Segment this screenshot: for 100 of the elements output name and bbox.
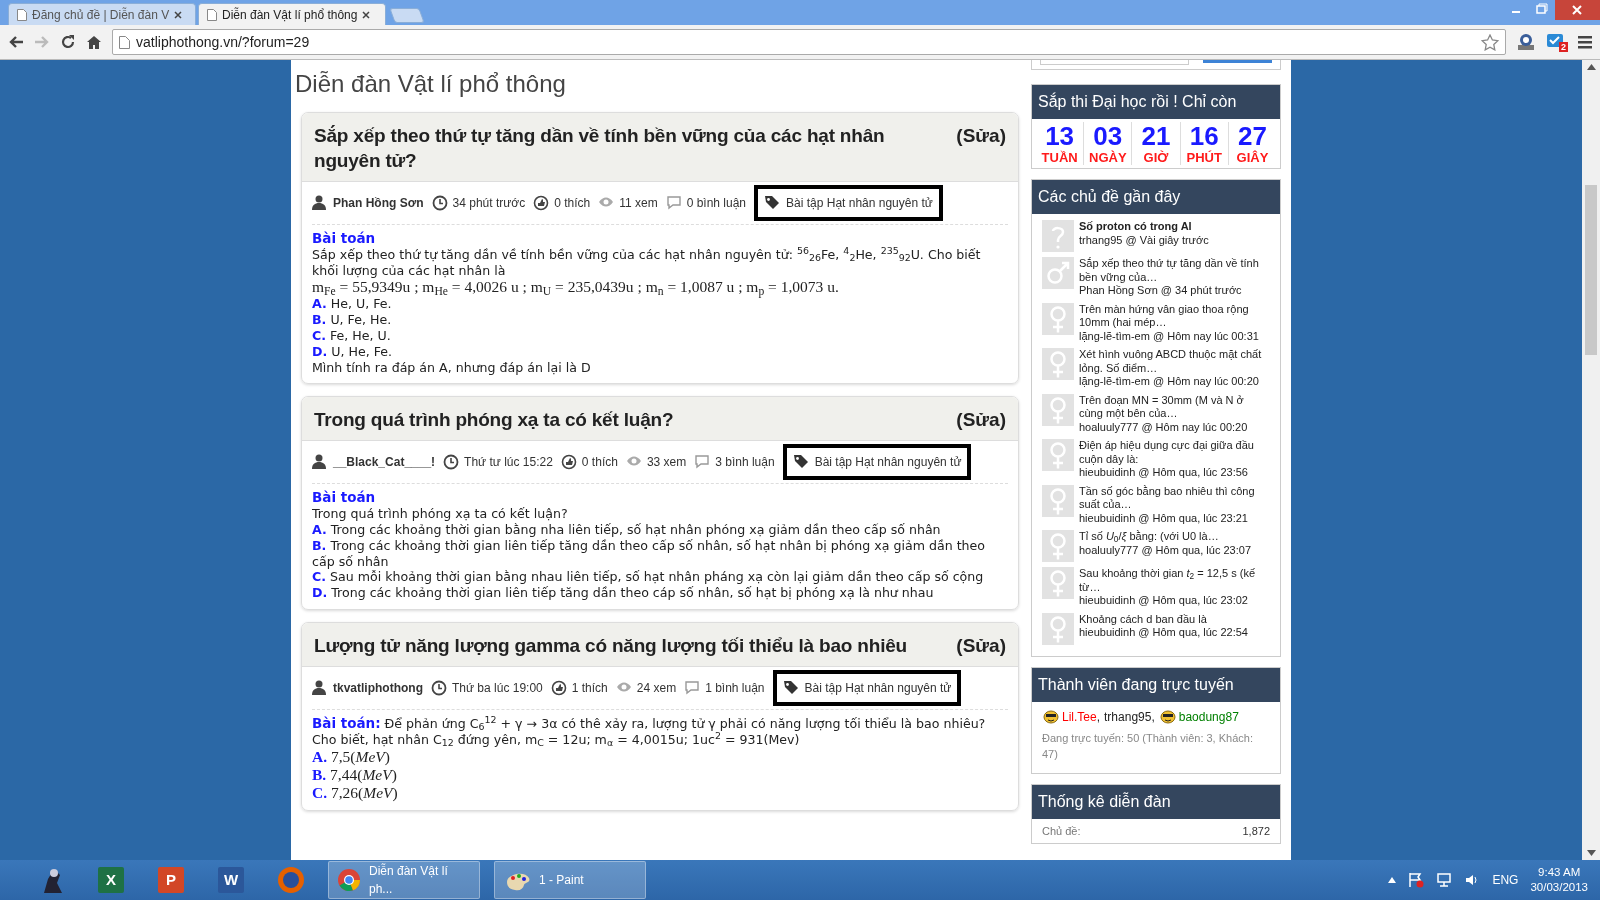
scrollbar-thumb[interactable] xyxy=(1585,185,1597,355)
browser-tab[interactable]: Diễn đàn Vật lí phổ thông xyxy=(198,3,386,25)
topic-link[interactable]: Xét hình vuông ABCD thuộc mặt chất lỏng. Số điểm… xyxy=(1079,348,1270,375)
countdown-value: 27 xyxy=(1237,122,1267,150)
tag-icon xyxy=(792,454,809,471)
close-icon[interactable] xyxy=(1555,0,1600,20)
menu-icon[interactable] xyxy=(1578,35,1592,49)
member-link[interactable]: Lil.Tee xyxy=(1042,707,1097,726)
countdown-unit: NGÀY xyxy=(1089,150,1127,165)
online-summary: Đang trực tuyến: 50 (Thành viên: 3, Khách: 47) xyxy=(1042,730,1254,762)
smiley-icon xyxy=(1042,709,1060,724)
topic-link[interactable]: Trên đoạn MN = 30mm (M và N ở cùng một bên của… xyxy=(1079,393,1270,421)
post-title[interactable]: Trong quá trình phóng xạ ta có kết luận? xyxy=(314,407,947,433)
topic-meta: hoaluuly777 @ Hôm qua, lúc 23:07 xyxy=(1079,543,1251,557)
browser-tab[interactable]: Đăng chủ đề | Diễn đàn V xyxy=(8,3,196,25)
close-icon[interactable] xyxy=(174,10,183,19)
topic-meta: Phan Hồng Sơn @ 34 phút trước xyxy=(1079,284,1243,298)
panel-title: Các chủ đề gần đây xyxy=(1032,180,1280,214)
countdown-value: 16 xyxy=(1189,122,1219,150)
app-icon: X xyxy=(98,867,124,893)
answer-option: B. Trong các khoảng thời gian liên tiếp tăng dần theo cấp số nhân, số hạt nhân bị phóng xạ giảm dần theo cấp số nhân xyxy=(312,537,1008,570)
author-name[interactable]: __Black_Cat____! xyxy=(333,453,436,472)
notification-badge: 2 xyxy=(1559,42,1568,52)
separator: , xyxy=(1151,708,1155,726)
section-heading: Bài toán xyxy=(312,231,377,247)
network-icon[interactable] xyxy=(1436,872,1453,888)
meta-text: 11 xem xyxy=(619,195,658,212)
countdown-unit: PHÚT xyxy=(1186,150,1222,165)
edit-link[interactable]: (Sửa) xyxy=(956,632,1006,658)
meta-text: 0 bình luận xyxy=(686,195,747,212)
globe-icon xyxy=(276,865,306,895)
panel-title: Sắp thi Đại học rồi ! Chỉ còn xyxy=(1032,85,1280,119)
body-text: Mình tính ra đáp án A, nhưng đáp án lại là D xyxy=(312,359,592,376)
clock-icon xyxy=(443,454,460,471)
answer-option: C. Fe, He, U. xyxy=(312,328,1008,344)
topic-meta: lặng-lẽ-tìm-em @ Hôm nay lúc 00:31 xyxy=(1079,329,1260,343)
meta-text: 1 bình luận xyxy=(705,679,765,697)
clock-time[interactable]: 9:43 AM xyxy=(1530,865,1588,880)
home-icon[interactable] xyxy=(86,34,102,50)
answer-option: A. 7,5(MeV) xyxy=(312,747,1008,766)
topic-link[interactable]: Điện áp hiệu dụng cực đại giữa đầu cuộn dây là: xyxy=(1079,439,1270,466)
answer-option: D. Trong các khoảng thời gian liên tiếp tăng dần theo cáp số nhân, số hạt bị phóng xạ là như nhau xyxy=(312,585,1008,601)
forum-title: Diễn đàn Vật lí phổ thông xyxy=(295,69,567,99)
meta-text: 34 phút trước xyxy=(452,195,526,212)
tag-link[interactable]: Bài tập Hạt nhân nguyên tử xyxy=(772,669,962,706)
extension-icon[interactable] xyxy=(1516,33,1536,51)
topic-link[interactable]: Trên màn hứng vân giao thoa rộng 10mm (hai mép… xyxy=(1079,302,1270,330)
speech-bubble-icon xyxy=(665,195,682,211)
address-field[interactable]: vatliphothong.vn/?forum=29 xyxy=(112,29,1506,55)
topic-link[interactable]: Số proton có trong Al xyxy=(1079,220,1209,234)
taskbar-app[interactable]: W xyxy=(208,861,254,899)
taskbar-app[interactable]: X xyxy=(88,861,134,899)
topic-meta: hieubuidinh @ Hôm qua, lúc 23:56 xyxy=(1079,466,1249,480)
clock-icon xyxy=(431,679,447,696)
clock-date[interactable]: 30/03/2013 xyxy=(1530,880,1588,895)
page-icon xyxy=(119,35,130,49)
topic-link[interactable]: Tần số góc bằng bao nhiêu thì công suất của… xyxy=(1079,484,1270,512)
back-icon[interactable] xyxy=(8,35,24,49)
post-title[interactable]: Lượng tử năng lượng gamma có năng lượng tối thiểu là bao nhiêu xyxy=(314,632,947,658)
answer-option: D. U, He, Fe. xyxy=(312,343,1008,360)
member-link[interactable]: baodung87 xyxy=(1158,707,1239,726)
tag-icon xyxy=(764,195,781,211)
tag-link[interactable]: Bài tập Hạt nhân nguyên tử xyxy=(782,444,972,481)
thumbs-up-icon xyxy=(560,454,577,471)
close-icon[interactable] xyxy=(362,10,371,19)
answer-option: A. Trong các khoảng thời gian bằng nha liên tiếp, số hạt nhân phóng xạ giảm dần theo cấp số nhân xyxy=(312,521,1008,538)
reload-icon[interactable] xyxy=(60,34,76,50)
tag-link[interactable]: Bài tập Hạt nhân nguyên tử xyxy=(754,185,943,221)
app-icon: P xyxy=(158,867,184,893)
author-name[interactable]: Phan Hồng Sơn xyxy=(333,194,424,212)
edit-link[interactable]: (Sửa) xyxy=(956,123,1006,173)
clock-icon xyxy=(431,195,448,211)
author-name[interactable]: tkvatliphothong xyxy=(333,678,423,697)
scroll-up-icon[interactable] xyxy=(1586,64,1596,70)
body-text: Bài toán: Để phản ứng C$_{6}$$^{12}$ + γ → 3α có thê xảy ra, lượng tử γ phải có năng lượng tối thiểu là bao nhiêu? Cho biết, hạt nhân C$_{12}$ đứng yên, m$_{C}$ = 12u; m$_{α}$ = 4,0015u; 1uc$^{2}$ = 931(Mev) xyxy=(312,715,987,748)
inbox-icon[interactable] xyxy=(1546,32,1564,48)
edit-link[interactable]: (Sửa) xyxy=(956,407,1006,433)
topic-link[interactable]: Khoảng cách d ban đầu là xyxy=(1079,612,1248,626)
body-text: Trong quá trình phóng xạ ta có kết luận? xyxy=(312,506,569,522)
search-field[interactable] xyxy=(1040,60,1189,65)
language-indicator[interactable]: ENG xyxy=(1492,871,1519,889)
countdown-unit: GIÂY xyxy=(1236,150,1269,165)
meta-text: Thứ tư lúc 15:22 xyxy=(464,454,553,472)
topic-link[interactable]: Sắp xếp theo thứ tự tăng dần về tính bền vững của… xyxy=(1079,257,1270,284)
taskbar-app[interactable]: Diễn đàn Vật lí ph... xyxy=(328,861,480,899)
speech-bubble-icon xyxy=(684,679,701,696)
formula: m$_{Fe}$ = 55,9349u ; m$_{He}$ = 4,0026 u ; m$_{U}$ = 235,0439u ; m$_{n}$ = 1,0087 u ; m$_{p}$ = 1,0073 u. xyxy=(312,278,840,297)
countdown-value: 21 xyxy=(1141,122,1171,150)
topic-link[interactable]: Sau khoảng thời gian t$_{2}$ = 12,5 s (kế từ… xyxy=(1079,567,1270,594)
topic-link[interactable]: Tỉ số U$_{0}$/ξ bằng: (với U0 là… xyxy=(1079,530,1251,544)
star-icon[interactable] xyxy=(1481,33,1499,51)
show-hidden-icon[interactable] xyxy=(1388,877,1397,883)
post-title[interactable]: Sắp xếp theo thứ tự tăng dần về tính bền vững của các hạt nhân nguyên tử? xyxy=(314,123,947,173)
topic-meta: hieubuidinh @ Hôm qua, lúc 23:02 xyxy=(1079,594,1249,608)
meta-text: 24 xem xyxy=(636,679,677,697)
taskbar-app[interactable]: P xyxy=(148,861,194,899)
flag-icon[interactable] xyxy=(1408,872,1425,888)
body-text: Sắp xếp theo thứ tự tăng dần về tính bền vững của các hạt nhân nguyên tử: $^{56}$$_{26}$Fe, $^{4}$$_{2}$He, $^{235}$$_{92}$U. Cho biết khối lượng của các hạt nhân là xyxy=(312,246,982,279)
scroll-down-icon[interactable] xyxy=(1586,850,1596,856)
answer-option: B. 7,44(MeV) xyxy=(312,765,1008,784)
